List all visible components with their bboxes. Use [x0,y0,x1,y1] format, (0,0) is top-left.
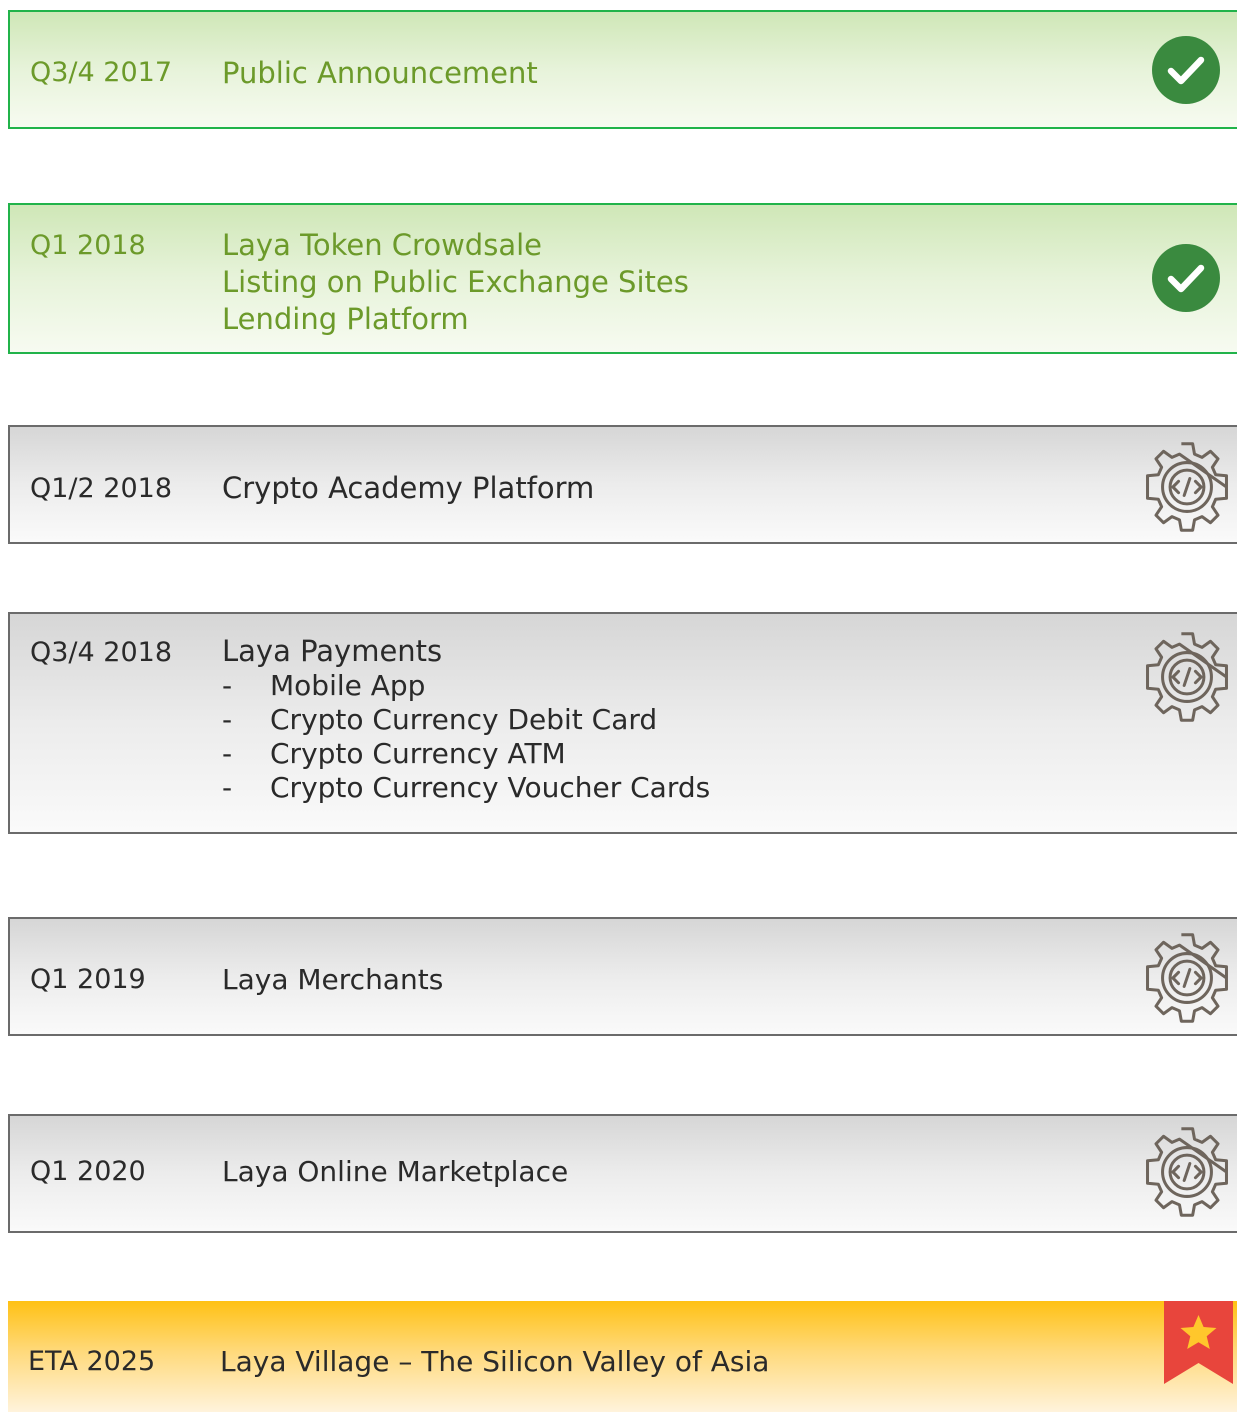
milestone-items: Laya Village – The Silicon Valley of Asi… [220,1343,769,1380]
milestone-item: Crypto Academy Platform [222,471,595,505]
milestone-date: Q1 2018 [30,230,146,261]
gear-code-icon [1140,931,1234,1025]
milestone-items: Laya Payments - Mobile App - Crypto Curr… [222,633,710,805]
milestone-item: Laya Village – The Silicon Valley of Asi… [220,1345,770,1378]
milestone-date: Q1/2 2018 [30,473,173,504]
milestone-item: Laya Token Crowdsale [222,228,542,262]
milestone-date: ETA 2025 [28,1346,156,1377]
milestone-item: Laya Merchants [222,963,444,996]
milestone-subitems: - Mobile App - Crypto Currency Debit Car… [222,669,710,805]
milestone-date: Q1 2019 [30,964,146,995]
list-item: - Mobile App [222,669,442,703]
milestone-row: Q1/2 2018 Crypto Academy Platform [8,425,1237,544]
milestone-row: Q3/4 2017 Public Announcement [8,10,1237,129]
list-item: - Crypto Currency Voucher Cards [222,771,710,805]
bullet-dash: - [222,669,233,702]
bullet-dash: - [222,737,233,770]
list-item: - Crypto Currency Debit Card [222,703,657,737]
list-item-text: Crypto Currency Voucher Cards [270,771,711,804]
milestone-items: Laya Merchants [222,961,443,998]
milestone-date: Q3/4 2017 [30,57,173,88]
milestone-row: Q3/4 2018 Laya Payments - Mobile App - C… [8,612,1237,834]
gear-code-icon [1140,1125,1234,1219]
star-ribbon-icon [1164,1301,1233,1384]
check-circle-icon [1152,36,1220,104]
milestone-row: ETA 2025 Laya Village – The Silicon Vall… [8,1301,1237,1412]
gear-code-icon [1140,630,1234,724]
milestone-row: Q1 2018 Laya Token Crowdsale Listing on … [8,203,1237,354]
milestone-items: Laya Token Crowdsale Listing on Public E… [222,227,689,338]
list-item-text: Mobile App [270,669,426,702]
list-item-text: Crypto Currency ATM [270,737,566,770]
check-circle-icon [1152,244,1220,312]
gear-code-icon [1140,440,1234,534]
milestone-item: Lending Platform [222,302,469,336]
milestone-row: Q1 2020 Laya Online Marketplace [8,1114,1237,1233]
milestone-item: Laya Payments [222,634,443,668]
milestone-date: Q3/4 2018 [30,637,173,668]
milestone-item: Listing on Public Exchange Sites [222,265,689,299]
milestone-row: Q1 2019 Laya Merchants [8,917,1237,1036]
list-item-text: Crypto Currency Debit Card [270,703,658,736]
milestone-item: Public Announcement [222,56,538,90]
list-item: - Crypto Currency ATM [222,737,566,771]
milestone-items: Crypto Academy Platform [222,470,594,507]
milestone-date: Q1 2020 [30,1156,146,1187]
bullet-dash: - [222,703,233,736]
milestone-items: Laya Online Marketplace [222,1153,568,1190]
milestone-item: Laya Online Marketplace [222,1155,569,1188]
milestone-items: Public Announcement [222,55,538,92]
bullet-dash: - [222,771,233,804]
